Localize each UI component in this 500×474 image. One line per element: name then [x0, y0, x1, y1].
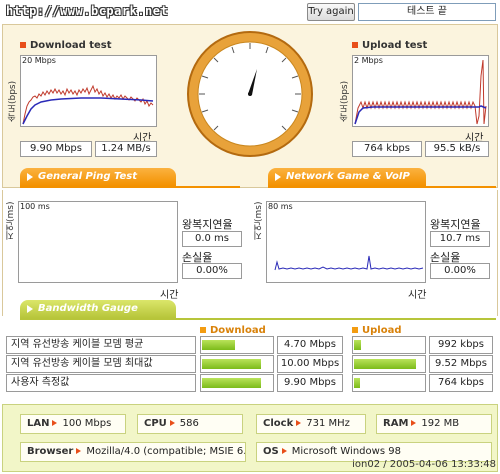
- upload-ylabel: 속도(bps): [340, 80, 350, 122]
- download-title-text: Download test: [30, 40, 112, 51]
- ping-rtt-label: 왕복지연율: [182, 218, 233, 231]
- network-loss-value: 0.00%: [430, 263, 490, 279]
- bullet-icon: [352, 42, 358, 48]
- gauge-upload-header: Upload: [352, 325, 401, 336]
- download-gauge-bar: [200, 336, 274, 354]
- download-mbps: 9.90 Mbps: [20, 141, 92, 157]
- os-value: Microsoft Windows 98: [291, 446, 401, 457]
- download-graph: 20 Mbps: [20, 55, 157, 127]
- arrow-icon: [52, 420, 58, 426]
- cpu-info: CPU 586: [137, 414, 243, 434]
- ram-info: RAM 192 MB: [376, 414, 492, 434]
- arrow-icon: [76, 448, 82, 454]
- lan-label: LAN: [27, 418, 50, 429]
- speedometer-gauge: [187, 31, 313, 157]
- download-title: Download test: [20, 40, 112, 51]
- browser-info: Browser Mozilla/4.0 (compatible; MSIE 6.0: [20, 442, 246, 462]
- tab-underline: [268, 186, 496, 188]
- network-rtt-value: 10.7 ms: [430, 231, 490, 247]
- download-graph-svg: [22, 84, 154, 125]
- tab-underline: [20, 186, 240, 188]
- upload-gauge-fill: [354, 359, 416, 369]
- upload-title: Upload test: [352, 40, 427, 51]
- download-gauge-bar: [200, 355, 274, 373]
- clock-label: Clock: [263, 418, 294, 429]
- arrow-icon: [296, 420, 302, 426]
- download-gauge-fill: [202, 340, 235, 350]
- upload-gauge-value: 764 kbps: [429, 374, 493, 392]
- arrow-icon: [281, 448, 287, 454]
- gauge-download-header-text: Download: [210, 325, 266, 336]
- bullet-icon: [20, 42, 26, 48]
- browser-value: Mozilla/4.0 (compatible; MSIE 6.0: [86, 446, 246, 457]
- upload-title-text: Upload test: [362, 40, 428, 51]
- upload-gauge-bar: [352, 374, 426, 392]
- gauge-row-label: 지역 유선방송 케이블 모뎀 최대값: [6, 355, 196, 373]
- ram-label: RAM: [383, 418, 409, 429]
- tab-network-game[interactable]: Network Game & VoIP Test: [268, 168, 426, 200]
- network-graph-svg: [274, 255, 424, 271]
- network-ylabel: 지연(ms): [254, 201, 264, 240]
- network-graph: 80 ms: [266, 201, 426, 283]
- ping-xlabel: 시간: [160, 290, 179, 301]
- try-again-button[interactable]: Try again: [307, 3, 355, 21]
- upload-gauge-value: 9.52 Mbps: [429, 355, 493, 373]
- download-gauge-value: 10.00 Mbps: [277, 355, 343, 373]
- upload-gauge-value: 992 kbps: [429, 336, 493, 354]
- gauge-upload-header-text: Upload: [362, 325, 402, 336]
- arrow-icon: [411, 420, 417, 426]
- lan-value: 100 Mbps: [62, 418, 112, 429]
- download-ylabel: 속도(bps): [8, 80, 18, 122]
- gauge-underline: [20, 318, 496, 320]
- cpu-label: CPU: [144, 418, 167, 429]
- upload-speed-line: [354, 59, 487, 125]
- tab-bandwidth-gauge[interactable]: Bandwidth Gauge: [20, 300, 176, 318]
- upload-kbytes: 95.5 kB/s: [425, 141, 489, 157]
- gauge-download-header: Download: [200, 325, 266, 336]
- download-gauge-fill: [202, 359, 261, 369]
- ram-value: 192 MB: [421, 418, 460, 429]
- upload-kbps: 764 kbps: [352, 141, 422, 157]
- download-gauge-value: 9.90 Mbps: [277, 374, 343, 392]
- upload-graph: 2 Mbps: [352, 55, 489, 127]
- gauge-row-label: 사용자 측정값: [6, 374, 196, 392]
- status-field: 테스트 끝: [358, 3, 496, 21]
- clock-info: Clock 731 MHz: [256, 414, 366, 434]
- cpu-value: 586: [179, 418, 199, 429]
- network-xlabel: 시간: [408, 290, 427, 301]
- lan-info: LAN 100 Mbps: [20, 414, 126, 434]
- download-avg-line: [22, 97, 154, 125]
- download-mbytes: 1.24 MB/s: [95, 141, 157, 157]
- timestamp: ion02 / 2005-04-06 13:33:48: [352, 459, 496, 470]
- download-gauge-value: 4.70 Mbps: [277, 336, 343, 354]
- download-gauge-fill: [202, 378, 261, 388]
- ping-ylabel: 지연(ms): [6, 201, 16, 240]
- arrow-icon: [169, 420, 175, 426]
- network-rtt-label: 왕복지연율: [430, 218, 481, 231]
- ping-graph: 100 ms: [18, 201, 178, 283]
- download-gauge-bar: [200, 374, 274, 392]
- ping-rtt-value: 0.0 ms: [182, 231, 242, 247]
- clock-value: 731 MHz: [306, 418, 350, 429]
- upload-gauge-bar: [352, 355, 426, 373]
- ping-scale: 100 ms: [20, 202, 50, 211]
- site-url: http://www.bcpark.net: [6, 4, 169, 18]
- network-latency-line: [274, 255, 424, 271]
- upload-graph-svg: [354, 59, 487, 125]
- upload-gauge-fill: [354, 378, 360, 388]
- download-speed-line: [22, 84, 154, 125]
- upload-gauge-fill: [354, 340, 361, 350]
- os-label: OS: [263, 446, 279, 457]
- upload-avg-line: [354, 105, 487, 125]
- gauge-row-label: 지역 유선방송 케이블 모뎀 평균: [6, 336, 196, 354]
- ping-loss-value: 0.00%: [182, 263, 242, 279]
- bullet-icon: [352, 327, 358, 333]
- tab-general-ping[interactable]: General Ping Test: [20, 168, 176, 186]
- browser-label: Browser: [27, 446, 74, 457]
- upload-gauge-bar: [352, 336, 426, 354]
- bullet-icon: [200, 327, 206, 333]
